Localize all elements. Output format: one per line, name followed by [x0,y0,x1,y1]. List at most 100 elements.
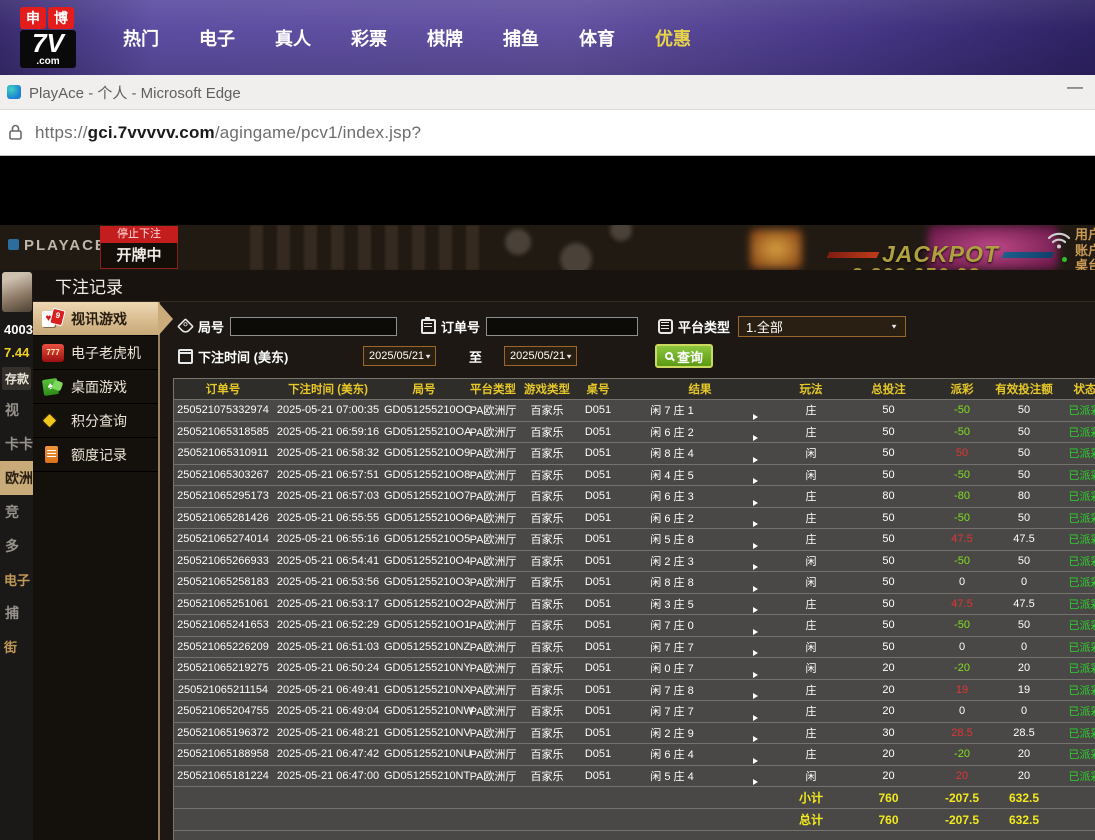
platform: PA欧洲厅 [464,488,522,504]
table-no: D051 [572,576,624,588]
table-no: D051 [572,555,624,567]
platform-select[interactable]: 1.全部 ▼ [738,316,906,337]
table-row: 250521075332974 2025-05-21 07:00:35 GD05… [174,399,1095,421]
sidebar-item[interactable]: 积分查询 [33,404,158,438]
sidebar-item-icon [41,309,65,329]
site-navbar: 申 博 7V .com 热门 电子 真人 彩票 棋牌 捕鱼 体育 优惠 [0,0,1095,75]
order-no: 250521065204755 [174,705,272,717]
round-input[interactable] [230,317,397,336]
status-badge: 已派彩 [1055,682,1095,698]
order-no: 250521065295173 [174,490,272,502]
date-from-select[interactable]: 2025/05/21 ▼ [363,346,436,366]
order-no: 250521065318585 [174,426,272,438]
round-no: GD051255210O2 [384,598,464,610]
wager-side: 闲 [776,467,846,483]
table-row: 250521065219275 2025-05-21 06:50:24 GD05… [174,657,1095,679]
site-nav: 热门 电子 真人 彩票 棋牌 捕鱼 体育 优惠 [123,25,691,51]
nav-item[interactable]: 真人 [275,25,311,51]
nav-item[interactable]: 捕鱼 [503,25,539,51]
table-row: 250521065196372 2025-05-21 06:48:21 GD05… [174,722,1095,744]
platform: PA欧洲厅 [464,703,522,719]
url-text[interactable]: https://gci.7vvvvv.com/agingame/pcv1/ind… [35,123,421,143]
valid-bet: 50 [993,404,1055,416]
calendar-icon [178,349,193,364]
table-header-row: 订单号 下注时间 (美东) 局号 平台类型 游戏类型 桌号 结果 玩法 总投注 … [174,379,1095,399]
total-bet: 20 [846,770,931,782]
page-black-band [0,156,1095,225]
sidebar-item[interactable]: 视讯游戏 [33,302,158,336]
order-no: 250521065181224 [174,770,272,782]
minimize-button[interactable]: — [1067,79,1083,97]
order-input[interactable] [486,317,638,336]
jackpot-bar-left [827,252,880,258]
table-no: D051 [572,727,624,739]
valid-bet: 50 [993,619,1055,631]
payout: -50 [931,426,993,438]
account-labels: 用户名账户余桌台编 [1075,227,1095,270]
date-to-select[interactable]: 2025/05/21 ▼ [504,346,577,366]
screen: 申 博 7V .com 热门 电子 真人 彩票 棋牌 捕鱼 体育 优惠 [0,0,1095,840]
search-button[interactable]: 查询 [655,344,713,368]
bet-time: 2025-05-21 06:57:03 [272,490,384,502]
table-body: 250521075332974 2025-05-21 07:00:35 GD05… [174,399,1095,786]
table-row: 250521065258183 2025-05-21 06:53:56 GD05… [174,571,1095,593]
subtotal-valid-bet: 632.5 [993,791,1055,805]
chevron-down-icon: ▼ [565,352,573,359]
sidebar-item[interactable]: 额度记录 [33,438,158,472]
bet-time: 2025-05-21 07:00:35 [272,404,384,416]
valid-bet: 0 [993,641,1055,653]
bet-time: 2025-05-21 06:57:51 [272,469,384,481]
nav-item[interactable]: 棋牌 [427,25,463,51]
sidebar-item-label: 积分查询 [71,411,127,431]
wager-side: 闲 [776,445,846,461]
sidebar-item[interactable]: 桌面游戏 [33,370,158,404]
table-row: 250521065188958 2025-05-21 06:47:42 GD05… [174,743,1095,765]
betting-records-modal: 下注记录 视讯游戏 电子老虎机 桌面游 [33,270,1095,840]
wager-side: 庄 [776,424,846,440]
table-no: D051 [572,404,624,416]
total-row: 总计 760 -207.5 632.5 [174,808,1095,830]
table-no: D051 [572,469,624,481]
game-type: 百家乐 [522,445,572,461]
game-type: 百家乐 [522,746,572,762]
table-row: 250521065251061 2025-05-21 06:53:17 GD05… [174,593,1095,615]
status-badge: 已派彩 [1055,553,1095,569]
platform: PA欧洲厅 [464,725,522,741]
wager-side: 庄 [776,596,846,612]
status-badge: 已派彩 [1055,596,1095,612]
nav-item[interactable]: 电子 [199,25,235,51]
round-no: GD051255210O7 [384,490,464,502]
nav-item[interactable]: 热门 [123,25,159,51]
wager-side: 庄 [776,725,846,741]
sidebar-item[interactable]: 电子老虎机 [33,336,158,370]
nav-item[interactable]: 彩票 [351,25,387,51]
platform: PA欧洲厅 [464,596,522,612]
round-no: GD051255210OC [384,404,464,416]
edge-favicon-icon [7,85,21,99]
total-bet: 50 [846,598,931,610]
table-row: 250521065181224 2025-05-21 06:47:00 GD05… [174,765,1095,787]
status-badge: 已派彩 [1055,445,1095,461]
wager-side: 庄 [776,531,846,547]
left-strip-item: 存款 [2,367,31,390]
platform: PA欧洲厅 [464,510,522,526]
table-row: 250521065274014 2025-05-21 06:55:16 GD05… [174,528,1095,550]
status-badge: 已派彩 [1055,725,1095,741]
bet-time: 2025-05-21 06:53:17 [272,598,384,610]
nav-item[interactable]: 优惠 [655,25,691,51]
round-no: GD051255210OA [384,426,464,438]
table-row: 250521065204755 2025-05-21 06:49:04 GD05… [174,700,1095,722]
nav-item[interactable]: 体育 [579,25,615,51]
order-no: 250521065226209 [174,641,272,653]
modal-title: 下注记录 [55,273,123,298]
total-payout: -207.5 [931,813,993,827]
game-type: 百家乐 [522,402,572,418]
bet-time: 2025-05-21 06:52:29 [272,619,384,631]
platform: PA欧洲厅 [464,531,522,547]
sidebar-item-icon [41,411,65,431]
status-badge: 已派彩 [1055,574,1095,590]
site-logo[interactable]: 申 博 7V .com [20,7,76,68]
tag-icon [177,318,194,335]
total-valid-bet: 632.5 [993,813,1055,827]
result: 闲 6 庄 2 [624,510,720,526]
